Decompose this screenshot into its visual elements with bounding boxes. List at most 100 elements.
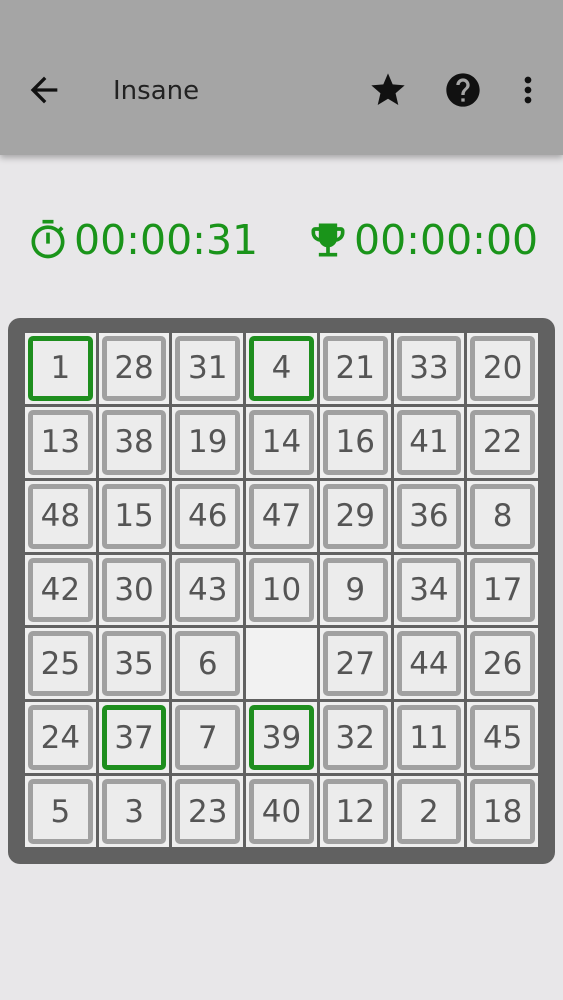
puzzle-tile[interactable]: 3 [101,779,167,844]
puzzle-tile[interactable]: 32 [322,705,388,771]
board-cell: 46 [172,480,244,552]
puzzle-tile[interactable]: 11 [396,705,462,771]
puzzle-tile[interactable]: 15 [101,483,167,549]
puzzle-tile[interactable]: 13 [28,409,93,475]
best-time: 00:00:00 [306,205,538,275]
board-cell: 5 [25,776,96,847]
board-cell: 17 [467,554,538,626]
timers-row: 00:00:31 00:00:00 [0,205,563,275]
board-cell: 6 [172,628,244,700]
elapsed-timer: 00:00:31 [26,205,258,275]
puzzle-tile[interactable]: 46 [175,483,241,549]
star-icon [371,73,405,105]
puzzle-tile[interactable]: 4 [249,336,314,401]
board-cell: 35 [98,628,170,700]
puzzle-tile[interactable]: 27 [322,631,388,697]
help-button[interactable] [443,70,483,110]
board-cell: 19 [172,406,244,478]
puzzle-tile[interactable]: 45 [470,705,535,771]
board-cell: 45 [467,702,538,774]
puzzle-tile[interactable]: 7 [175,705,241,771]
board-cell: 13 [25,406,96,478]
trophy-icon [311,223,345,257]
board-cell: 4 [246,333,317,404]
back-button[interactable] [24,70,64,110]
board-cell: 40 [246,776,317,847]
board-cell: 32 [319,702,391,774]
puzzle-tile[interactable]: 8 [470,483,535,549]
board-cell: 48 [25,480,96,552]
puzzle-tile[interactable]: 1 [28,336,93,401]
puzzle-tile[interactable]: 34 [396,557,462,623]
board-cell: 7 [172,702,244,774]
stopwatch-icon [31,219,65,259]
puzzle-board: 1 28 31 4 21 33 20 13 38 19 14 16 41 22 48 15 46 47 29 36 8 4… [8,318,555,864]
puzzle-tile[interactable]: 36 [396,483,462,549]
more-vert-icon [524,76,532,104]
board-cell: 38 [98,406,170,478]
board-cell: 26 [467,628,538,700]
board-cell: 24 [25,702,96,774]
puzzle-tile[interactable]: 38 [101,409,167,475]
puzzle-tile[interactable]: 43 [175,557,241,623]
puzzle-grid: 1 28 31 4 21 33 20 13 38 19 14 16 41 22 48 15 46 47 29 36 8 4… [25,333,538,847]
board-cell: 34 [393,554,465,626]
board-cell: 20 [467,333,538,404]
board-cell: 39 [246,702,317,774]
board-cell: 47 [246,480,317,552]
board-cell: 14 [246,406,317,478]
puzzle-tile[interactable]: 19 [175,409,241,475]
puzzle-tile[interactable]: 23 [175,779,241,844]
board-cell: 42 [25,554,96,626]
puzzle-tile[interactable]: 39 [249,705,314,771]
puzzle-tile[interactable]: 24 [28,705,93,771]
board-cell: 3 [98,776,170,847]
puzzle-tile[interactable]: 16 [322,409,388,475]
puzzle-tile[interactable]: 40 [249,779,314,844]
puzzle-tile[interactable]: 33 [396,336,462,401]
board-cell: 16 [319,406,391,478]
puzzle-tile[interactable]: 28 [101,336,167,401]
puzzle-tile[interactable]: 35 [101,631,167,697]
puzzle-tile[interactable]: 12 [322,779,388,844]
puzzle-tile[interactable]: 44 [396,631,462,697]
puzzle-tile[interactable]: 17 [470,557,535,623]
puzzle-tile[interactable]: 42 [28,557,93,623]
puzzle-tile[interactable]: 21 [322,336,388,401]
puzzle-tile[interactable]: 37 [101,705,167,771]
puzzle-tile[interactable]: 26 [470,631,535,697]
puzzle-tile[interactable]: 9 [322,557,388,623]
board-cell: 31 [172,333,244,404]
puzzle-tile[interactable]: 20 [470,336,535,401]
board-cell: 23 [172,776,244,847]
puzzle-tile[interactable]: 14 [249,409,314,475]
board-cell: 41 [393,406,465,478]
puzzle-tile[interactable]: 22 [470,409,535,475]
puzzle-tile[interactable]: 47 [249,483,314,549]
help-circle-icon [446,73,480,107]
page-title: Insane [113,76,200,106]
board-cell: 9 [319,554,391,626]
puzzle-tile[interactable]: 5 [28,779,93,844]
board-cell: 2 [393,776,465,847]
board-cell: 43 [172,554,244,626]
puzzle-tile[interactable]: 29 [322,483,388,549]
puzzle-tile[interactable]: 48 [28,483,93,549]
puzzle-tile[interactable]: 30 [101,557,167,623]
board-cell: 25 [25,628,96,700]
puzzle-tile[interactable]: 6 [175,631,241,697]
board-cell: 30 [98,554,170,626]
board-cell: 8 [467,480,538,552]
board-cell: 15 [98,480,170,552]
puzzle-tile[interactable]: 31 [175,336,241,401]
best-time-value: 00:00:00 [354,216,539,264]
puzzle-tile[interactable]: 2 [396,779,462,844]
puzzle-tile[interactable]: 25 [28,631,93,697]
puzzle-tile[interactable]: 41 [396,409,462,475]
board-cell: 44 [393,628,465,700]
puzzle-tile[interactable]: 10 [249,557,314,623]
puzzle-tile[interactable]: 18 [470,779,535,844]
overflow-menu-button[interactable] [508,70,548,110]
elapsed-time: 00:00:31 [74,216,259,264]
favorite-button[interactable] [368,70,408,110]
